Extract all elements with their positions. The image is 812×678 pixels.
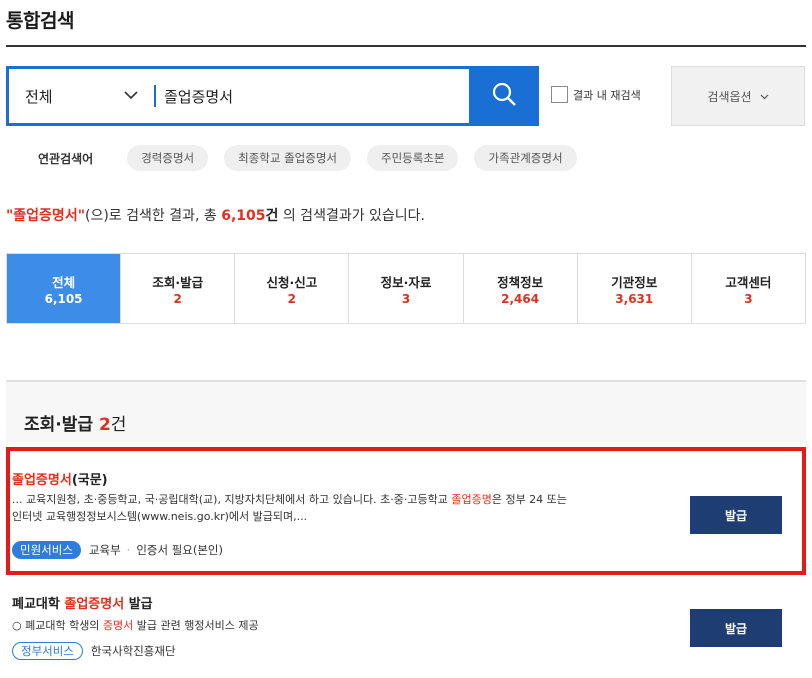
tab-label: 정보·자료: [380, 274, 432, 290]
tab-count: 3: [744, 291, 753, 306]
chevron-down-icon: [124, 88, 138, 104]
chevron-down-icon: [760, 89, 769, 103]
re-search-toggle[interactable]: 결과 내 재검색: [551, 86, 641, 103]
tab-count: 2: [287, 291, 297, 306]
result-title[interactable]: 졸업증명서(국문): [12, 469, 108, 488]
desc-text: ... 교육지원청, 초·중등학교, 국·공립대학(교), 지방자치단체에서 하…: [12, 493, 452, 506]
tab-label: 정책정보: [497, 274, 544, 290]
tab-count: 2: [173, 291, 182, 306]
tab-count: 2,464: [501, 291, 540, 306]
tab-agency[interactable]: 기관정보 3,631: [578, 254, 692, 323]
result-meta: 민원서비스 교육부 · 인증서 필요(본인): [12, 541, 223, 559]
text-cursor: [154, 85, 156, 107]
summary-query: 졸업증명서: [13, 208, 78, 224]
tab-all[interactable]: 전체 6,105: [7, 254, 122, 323]
tab-inquiry-issue[interactable]: 조회·발급 2: [121, 254, 236, 323]
tab-label: 신청·신고: [266, 274, 318, 290]
re-search-label: 결과 내 재검색: [573, 88, 641, 102]
result-item: 졸업증명서(국문) ... 교육지원청, 초·중등학교, 국·공립대학(교), …: [6, 447, 806, 575]
related-label: 연관검색어: [38, 151, 94, 166]
related-term[interactable]: 최종학교 졸업증명서: [224, 145, 351, 171]
result-title-rest: (국문): [71, 473, 108, 488]
tab-application[interactable]: 신청·신고 2: [235, 254, 350, 323]
issue-button[interactable]: 발급: [690, 496, 782, 534]
tab-count: 6,105: [44, 291, 83, 306]
result-title[interactable]: 폐교대학 졸업증명서 발급: [12, 593, 153, 612]
service-badge: 정부서비스: [12, 642, 83, 660]
result-summary: "졸업증명서"(으)로 검색한 결과, 총 6,105건 의 검색결과가 있습니…: [6, 205, 425, 225]
tab-customer-center[interactable]: 고객센터 3: [692, 254, 805, 323]
related-term[interactable]: 경력증명서: [127, 145, 209, 171]
tab-label: 고객센터: [725, 274, 772, 290]
result-item: 폐교대학 졸업증명서 발급 ○ 폐교대학 학생의 증명서 발급 관련 행정서비스…: [6, 585, 806, 675]
tab-count: 3,631: [615, 291, 654, 306]
result-cert: 인증서 필요(본인): [136, 543, 224, 557]
re-search-checkbox[interactable]: [551, 86, 568, 103]
related-term[interactable]: 가족관계증명서: [474, 145, 577, 171]
scope-value: 전체: [25, 87, 53, 106]
result-title-text: 폐교대학: [12, 597, 65, 612]
result-title-highlight: 졸업증명서: [12, 473, 72, 488]
summary-text-end: 의 검색결과가 있습니다.: [278, 208, 426, 224]
desc-text: ○ 폐교대학 학생의: [12, 619, 103, 632]
category-tabs: 전체 6,105 조회·발급 2 신청·신고 2 정보·자료 3 정책정보 2,464 기…: [6, 253, 806, 324]
search-input[interactable]: 졸업증명서: [164, 86, 469, 107]
section-unit: 건: [110, 415, 127, 435]
section-title-label: 조회·발급: [24, 415, 94, 435]
service-badge: 민원서비스: [12, 541, 81, 559]
section-count: 2: [98, 415, 111, 435]
section-title: 조회·발급 2건: [24, 410, 126, 435]
desc-text: 발급 관련 행정서비스 제공: [133, 619, 259, 632]
search-options-label: 검색옵션: [707, 89, 752, 104]
desc-text: 인터넷 교육행정정보시스템(www.neis.go.kr)에서 발급되며,...: [12, 510, 308, 523]
result-org: 한국사학진흥재단: [90, 644, 176, 658]
scope-select[interactable]: 전체: [9, 86, 154, 107]
tab-label: 조회·발급: [152, 274, 204, 290]
summary-unit: 건: [265, 208, 279, 224]
result-description: ○ 폐교대학 학생의 증명서 발급 관련 행정서비스 제공: [12, 617, 259, 634]
search-options-button[interactable]: 검색옵션: [671, 66, 805, 126]
summary-count: 6,105: [221, 208, 266, 224]
result-divider: [10, 451, 802, 452]
tab-information[interactable]: 정보·자료 3: [349, 254, 464, 323]
issue-button[interactable]: 발급: [690, 609, 782, 647]
result-meta: 정부서비스 한국사학진흥재단: [12, 642, 176, 660]
result-title-text: 발급: [124, 597, 153, 612]
related-searches: 연관검색어 경력증명서 최종학교 졸업증명서 주민등록초본 가족관계증명서: [38, 145, 593, 171]
tab-label: 전체: [52, 274, 76, 290]
desc-highlight: 증명서: [102, 619, 134, 632]
summary-quote-close: ": [77, 208, 85, 224]
result-description: ... 교육지원청, 초·중등학교, 국·공립대학(교), 지방자치단체에서 하…: [12, 491, 672, 525]
desc-text: 은 정부 24 또는: [491, 493, 567, 506]
summary-text: (으)로 검색한 결과, 총: [85, 208, 222, 224]
search-button[interactable]: [469, 66, 539, 126]
title-divider: [6, 45, 806, 47]
meta-separator: ·: [126, 543, 131, 557]
tab-count: 3: [401, 291, 411, 306]
result-title-highlight: 졸업증명서: [64, 597, 125, 612]
tab-policy[interactable]: 정책정보 2,464: [464, 254, 578, 323]
desc-highlight: 졸업증명: [451, 493, 492, 506]
result-org: 교육부: [88, 543, 121, 557]
related-term[interactable]: 주민등록초본: [366, 145, 459, 171]
page-title: 통합검색: [6, 10, 74, 32]
search-box: 전체 졸업증명서: [6, 66, 539, 126]
search-icon: [491, 81, 517, 111]
tab-label: 기관정보: [611, 274, 658, 290]
